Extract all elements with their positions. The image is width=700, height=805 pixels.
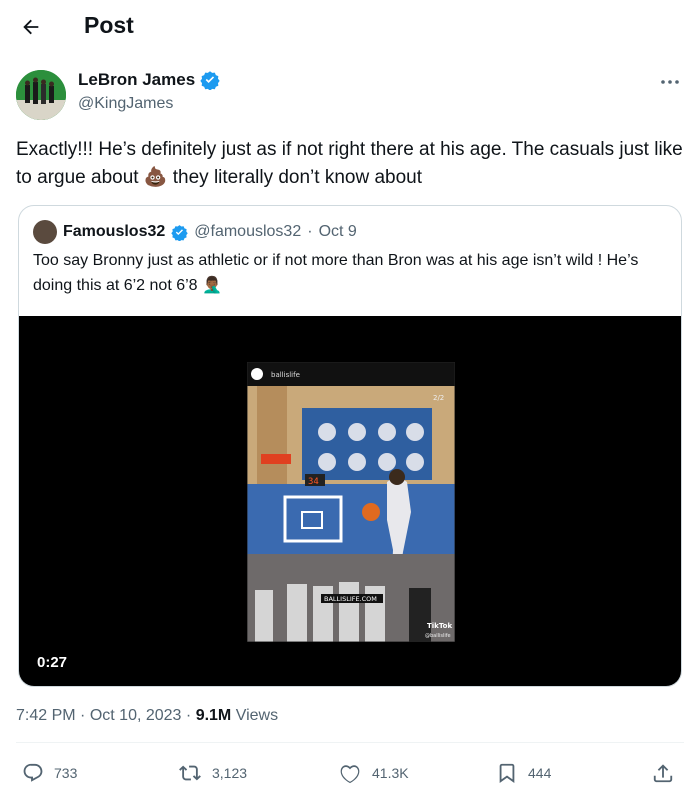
repost-count: 3,123 bbox=[212, 765, 248, 781]
tweet-text: Exactly!!! He’s definitely just as if no… bbox=[16, 139, 683, 188]
share-button[interactable] bbox=[652, 762, 674, 784]
post-header: Post bbox=[0, 0, 700, 54]
bookmark-count: 444 bbox=[528, 765, 552, 781]
author-row: LeBron James @KingJames bbox=[16, 68, 684, 124]
post-date[interactable]: Oct 10, 2023 bbox=[90, 707, 182, 724]
shot-clock: 34 bbox=[308, 477, 319, 487]
page-title: Post bbox=[84, 12, 134, 38]
avatar[interactable] bbox=[16, 70, 66, 120]
reply-icon bbox=[23, 763, 43, 782]
repost-icon bbox=[179, 765, 201, 781]
meta-separator: · bbox=[185, 707, 192, 724]
tiktok-handle: @ballislife bbox=[425, 633, 451, 639]
reply-count: 733 bbox=[54, 765, 78, 781]
quote-author-handle: @famouslos32 bbox=[194, 223, 302, 240]
verified-badge-icon bbox=[200, 71, 220, 90]
quote-header: Famouslos32 @famouslos32 · Oct 9 bbox=[33, 220, 357, 244]
action-bar: 733 3,123 41.3K 444 bbox=[0, 762, 700, 792]
arrow-left-icon bbox=[23, 19, 39, 35]
video-thumbnail: ballislife 34 2/2 BALLISLIFE.COM TikTok … bbox=[247, 362, 455, 642]
author-name-row: LeBron James bbox=[78, 70, 220, 90]
reply-button[interactable]: 733 bbox=[22, 762, 77, 784]
share-icon bbox=[653, 764, 673, 783]
divider bbox=[16, 742, 684, 743]
embedded-account: ballislife bbox=[271, 371, 300, 379]
repost-button[interactable]: 3,123 bbox=[178, 762, 247, 784]
heart-icon bbox=[340, 765, 360, 784]
quote-avatar bbox=[33, 220, 57, 244]
video-player[interactable]: ballislife 34 2/2 BALLISLIFE.COM TikTok … bbox=[19, 316, 681, 686]
tiktok-label: TikTok bbox=[427, 622, 452, 630]
video-duration: 0:27 bbox=[37, 654, 68, 671]
verified-badge-icon bbox=[171, 224, 188, 241]
quote-separator: · bbox=[307, 223, 313, 240]
embedded-banner: BALLISLIFE.COM bbox=[324, 595, 377, 603]
meta-separator: · bbox=[80, 707, 86, 724]
post-time[interactable]: 7:42 PM bbox=[16, 707, 76, 724]
embedded-page-indicator: 2/2 bbox=[433, 394, 444, 402]
avatar-image bbox=[16, 70, 66, 120]
ellipsis-icon bbox=[661, 80, 679, 84]
post-meta: 7:42 PM · Oct 10, 2023 · 9.1M Views bbox=[16, 707, 278, 725]
views-label: Views bbox=[235, 707, 279, 724]
more-options-button[interactable] bbox=[658, 74, 682, 90]
quoted-post[interactable]: Famouslos32 @famouslos32 · Oct 9 Too say… bbox=[18, 205, 682, 687]
like-count: 41.3K bbox=[372, 765, 409, 781]
quote-author-name: Famouslos32 bbox=[63, 223, 166, 240]
bookmark-button[interactable]: 444 bbox=[496, 762, 551, 784]
views-count: 9.1M bbox=[195, 707, 232, 724]
video-frame: ballislife 34 2/2 BALLISLIFE.COM TikTok … bbox=[247, 362, 455, 642]
author-name[interactable]: LeBron James bbox=[78, 70, 195, 90]
quote-text: Too say Bronny just as athletic or if no… bbox=[33, 252, 639, 294]
author-handle[interactable]: @KingJames bbox=[78, 95, 173, 113]
bookmark-icon bbox=[499, 763, 515, 783]
quote-date: Oct 9 bbox=[318, 223, 357, 240]
back-button[interactable] bbox=[16, 12, 46, 42]
like-button[interactable]: 41.3K bbox=[338, 762, 409, 784]
